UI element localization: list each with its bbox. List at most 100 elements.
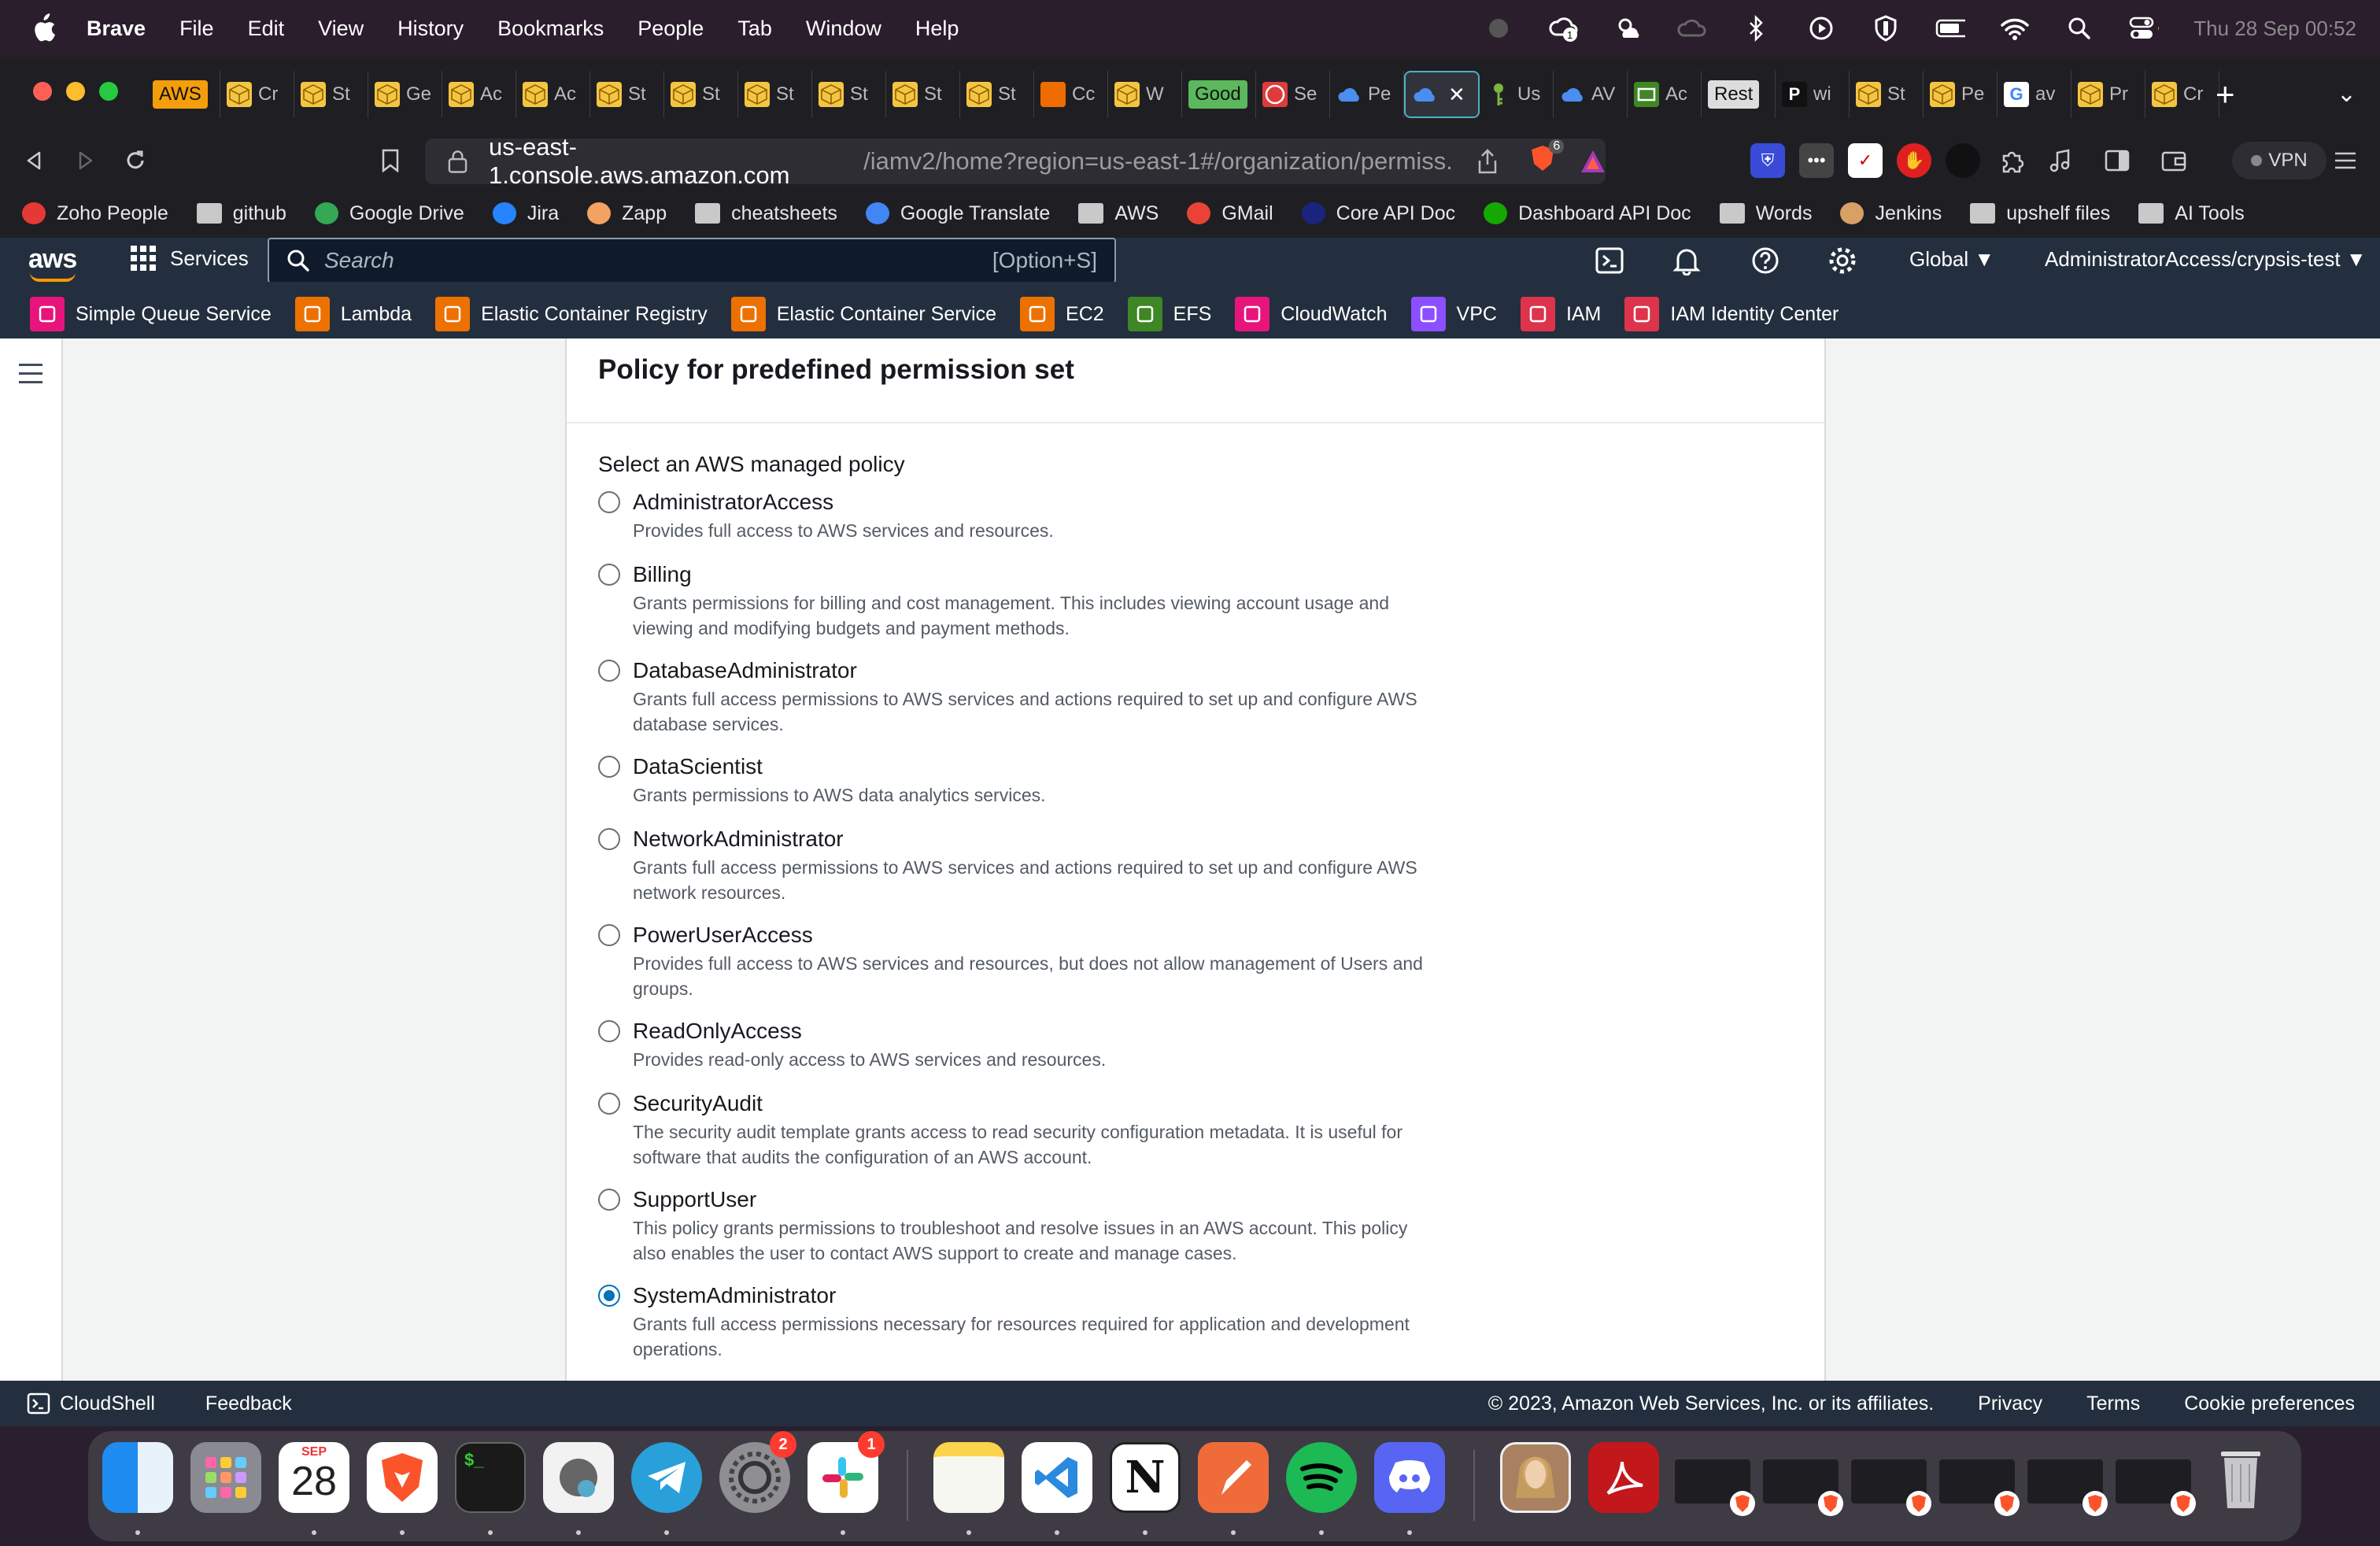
policy-option[interactable]: DatabaseAdministrator Grants full access … [598, 655, 1824, 737]
slack-icon[interactable]: 1 [808, 1431, 885, 1513]
menu-history[interactable]: History [397, 17, 464, 41]
notifications-bell-icon[interactable] [1672, 246, 1702, 276]
browser-tab[interactable]: St [738, 71, 812, 118]
back-button[interactable] [17, 143, 52, 178]
favorite-service-link[interactable]: IAM [1520, 297, 1601, 331]
bookmark-item[interactable]: Google Translate [865, 202, 1050, 225]
bookmark-item[interactable]: Zapp [587, 202, 667, 225]
minimized-window[interactable] [2116, 1459, 2196, 1516]
favorite-service-link[interactable]: EC2 [1020, 297, 1104, 331]
spotify-icon[interactable] [1286, 1442, 1357, 1513]
bookmark-item[interactable]: Google Drive [314, 202, 464, 225]
menu-view[interactable]: View [318, 17, 364, 41]
browser-tab[interactable]: Us [1480, 71, 1554, 118]
clock[interactable]: Thu 28 Sep 00:52 [2193, 17, 2356, 41]
policy-radio-button[interactable] [598, 1093, 620, 1115]
account-menu[interactable]: AdministratorAccess/crypsis-test ▼ [2045, 247, 2367, 272]
policy-radio-button[interactable] [598, 491, 620, 513]
postman-icon[interactable] [1198, 1442, 1269, 1513]
browser-tab[interactable]: AV [1554, 71, 1628, 118]
close-tab-icon[interactable]: ✕ [1448, 83, 1465, 107]
address-bar[interactable]: us-east-1.console.aws.amazon.com/iamv2/h… [425, 133, 1606, 189]
creative-cloud-icon[interactable] [1677, 13, 1707, 43]
favorite-service-link[interactable]: Simple Queue Service [30, 297, 272, 331]
bookmark-item[interactable]: Core API Doc [1301, 202, 1455, 225]
help-icon[interactable] [1750, 246, 1780, 276]
tableplus-icon[interactable] [543, 1442, 614, 1513]
new-tab-button[interactable]: + [2216, 76, 2235, 113]
policy-option[interactable]: SystemAdministrator Grants full access pe… [598, 1280, 1824, 1362]
bookmark-item[interactable]: Jenkins [1840, 202, 1942, 225]
browser-tab[interactable]: St [812, 71, 886, 118]
browser-tab[interactable]: W [1108, 71, 1182, 118]
close-window-button[interactable] [33, 82, 52, 101]
browser-tab[interactable]: Ac [442, 71, 516, 118]
extension-dark-icon[interactable] [1946, 143, 1980, 178]
policy-radio-button[interactable] [598, 756, 620, 778]
browser-tab[interactable]: Se [1256, 71, 1330, 118]
notion-icon[interactable]: N [1110, 1442, 1181, 1513]
policy-radio-button[interactable] [598, 828, 620, 850]
minimized-window[interactable] [1675, 1459, 1755, 1516]
browser-tab[interactable]: Ge [368, 71, 442, 118]
menu-tab[interactable]: Tab [737, 17, 772, 41]
browser-tab[interactable]: Good [1182, 71, 1256, 118]
extension-adblock-icon[interactable]: ✋ [1897, 143, 1931, 178]
browser-tab[interactable]: Cr [220, 71, 294, 118]
weather-icon[interactable] [1613, 13, 1643, 43]
browser-tab[interactable]: St [1850, 71, 1924, 118]
cookie-preferences-link[interactable]: Cookie preferences [2184, 1393, 2355, 1415]
policy-radio-button[interactable] [598, 1189, 620, 1211]
minimized-window[interactable] [1939, 1459, 2020, 1516]
aws-search-input[interactable]: Search [Option+S] [268, 238, 1116, 283]
browser-tab[interactable]: Ac [1628, 71, 1702, 118]
bookmark-item[interactable]: AWS [1078, 202, 1159, 225]
shield-icon[interactable] [1871, 13, 1901, 43]
extension-todo-icon[interactable]: ✓ [1848, 143, 1883, 178]
policy-radio-button[interactable] [598, 564, 620, 586]
hamburger-menu-icon[interactable] [19, 364, 42, 390]
bluetooth-icon[interactable] [1742, 13, 1772, 43]
bookmark-item[interactable]: Dashboard API Doc [1484, 202, 1691, 225]
policy-radio-button[interactable] [598, 1285, 620, 1307]
browser-tab[interactable]: St [590, 71, 664, 118]
menu-app-name[interactable]: Brave [87, 17, 146, 41]
zoom-window-button[interactable] [99, 82, 118, 101]
wallet-icon[interactable] [2156, 143, 2191, 178]
browser-tab[interactable]: Gav [1998, 71, 2071, 118]
extension-bitwarden-icon[interactable]: ⛨ [1750, 143, 1785, 178]
calendar-icon[interactable]: SEP 28 [279, 1442, 349, 1513]
bookmark-item[interactable]: Jira [492, 202, 559, 225]
browser-tab[interactable]: Ac [516, 71, 590, 118]
trash-icon[interactable] [2205, 1442, 2276, 1513]
battery-icon[interactable] [1935, 13, 1966, 43]
bookmark-item[interactable]: upshelf files [1970, 202, 2110, 225]
menu-window[interactable]: Window [806, 17, 881, 41]
policy-radio-button[interactable] [598, 1020, 620, 1042]
menu-people[interactable]: People [638, 17, 704, 41]
services-menu-button[interactable]: Services [131, 246, 249, 271]
bookmark-item[interactable]: github [196, 202, 286, 225]
browser-tab[interactable]: Pwi [1776, 71, 1850, 118]
discord-icon[interactable] [1374, 1442, 1445, 1513]
browser-tab[interactable]: St [664, 71, 738, 118]
notification-cloud-icon[interactable]: 1 [1548, 13, 1578, 43]
play-icon[interactable] [1806, 13, 1836, 43]
policy-option[interactable]: SupportUser This policy grants permission… [598, 1184, 1824, 1266]
adobe-acrobat-icon[interactable] [1588, 1442, 1659, 1513]
browser-tab[interactable]: St [294, 71, 368, 118]
favorite-service-link[interactable]: IAM Identity Center [1624, 297, 1839, 331]
minimize-window-button[interactable] [66, 82, 85, 101]
sidebar-toggle-icon[interactable] [2100, 143, 2134, 178]
minimized-window[interactable] [1763, 1459, 1843, 1516]
menu-edit[interactable]: Edit [248, 17, 285, 41]
bookmark-page-button[interactable] [373, 143, 408, 178]
favorite-service-link[interactable]: CloudWatch [1235, 297, 1388, 331]
bookmark-item[interactable]: GMail [1187, 202, 1273, 225]
browser-tab[interactable]: St [960, 71, 1034, 118]
share-icon[interactable] [1476, 148, 1498, 175]
favorite-service-link[interactable]: Elastic Container Service [730, 297, 996, 331]
wifi-icon[interactable] [2000, 13, 2030, 43]
record-dot-icon[interactable] [1484, 13, 1513, 43]
notes-icon[interactable] [933, 1442, 1004, 1513]
